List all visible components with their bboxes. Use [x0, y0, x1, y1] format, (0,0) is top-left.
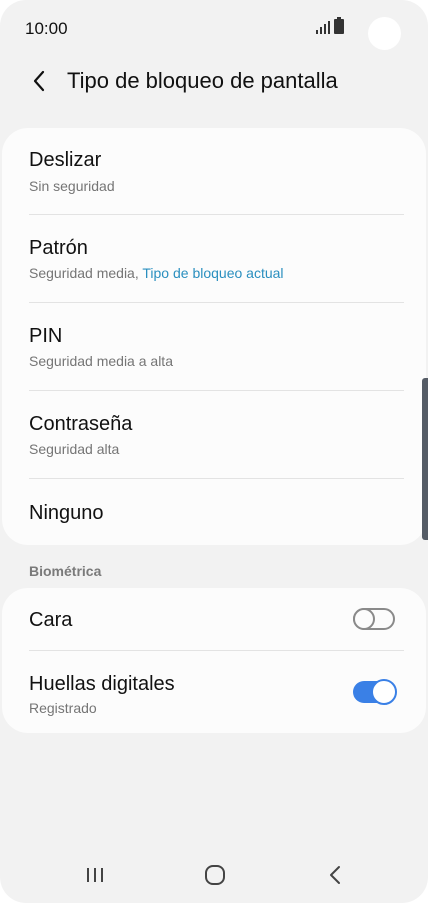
- back-nav-icon[interactable]: [315, 860, 355, 890]
- option-contrasena[interactable]: Contraseña Seguridad alta: [2, 391, 426, 479]
- option-title: Ninguno: [29, 502, 104, 524]
- face-toggle[interactable]: [353, 608, 395, 630]
- option-huellas-digitales[interactable]: Huellas digitales Registrado: [2, 651, 426, 733]
- signal-icon: [316, 21, 330, 34]
- lock-type-list: Deslizar Sin seguridad Patrón Seguridad …: [2, 128, 426, 545]
- status-bar: 10:00: [0, 0, 428, 60]
- camera-cutout: [368, 17, 401, 50]
- back-arrow-icon[interactable]: [26, 67, 54, 95]
- home-icon[interactable]: [195, 860, 235, 890]
- option-cara[interactable]: Cara: [2, 588, 426, 651]
- option-title: Deslizar: [29, 149, 102, 171]
- recent-apps-icon[interactable]: [76, 860, 116, 890]
- current-lock-label: Tipo de bloqueo actual: [142, 265, 284, 281]
- phone-screen: 10:00 Tipo de bloqueo de pantalla Desliz…: [0, 0, 428, 903]
- page-title: Tipo de bloqueo de pantalla: [67, 68, 338, 93]
- section-label-biometrica: Biométrica: [29, 563, 102, 579]
- option-title: PIN: [29, 325, 63, 347]
- status-time: 10:00: [25, 19, 68, 38]
- scrollbar[interactable]: [422, 378, 428, 540]
- option-title: Contraseña: [29, 413, 133, 435]
- option-subtitle: Seguridad media a alta: [29, 353, 173, 369]
- option-title: Huellas digitales: [29, 673, 175, 695]
- option-ninguno[interactable]: Ninguno: [2, 479, 426, 545]
- app-header: Tipo de bloqueo de pantalla: [0, 55, 428, 110]
- option-title: Patrón: [29, 237, 88, 259]
- biometrics-list: Cara Huellas digitales Registrado: [2, 588, 426, 733]
- toggle-knob: [371, 679, 397, 705]
- option-subtitle: Sin seguridad: [29, 178, 115, 194]
- option-subtitle: Seguridad alta: [29, 441, 120, 457]
- navigation-bar: [0, 848, 428, 903]
- option-title: Cara: [29, 609, 73, 631]
- battery-icon: [334, 17, 344, 34]
- option-subtitle: Registrado: [29, 700, 97, 716]
- option-subtitle: Seguridad media, Tipo de bloqueo actual: [29, 265, 284, 281]
- fingerprint-toggle[interactable]: [353, 679, 397, 705]
- option-deslizar[interactable]: Deslizar Sin seguridad: [2, 128, 426, 215]
- option-pin[interactable]: PIN Seguridad media a alta: [2, 303, 426, 391]
- toggle-knob: [353, 608, 375, 630]
- option-patron[interactable]: Patrón Seguridad media, Tipo de bloqueo …: [2, 215, 426, 303]
